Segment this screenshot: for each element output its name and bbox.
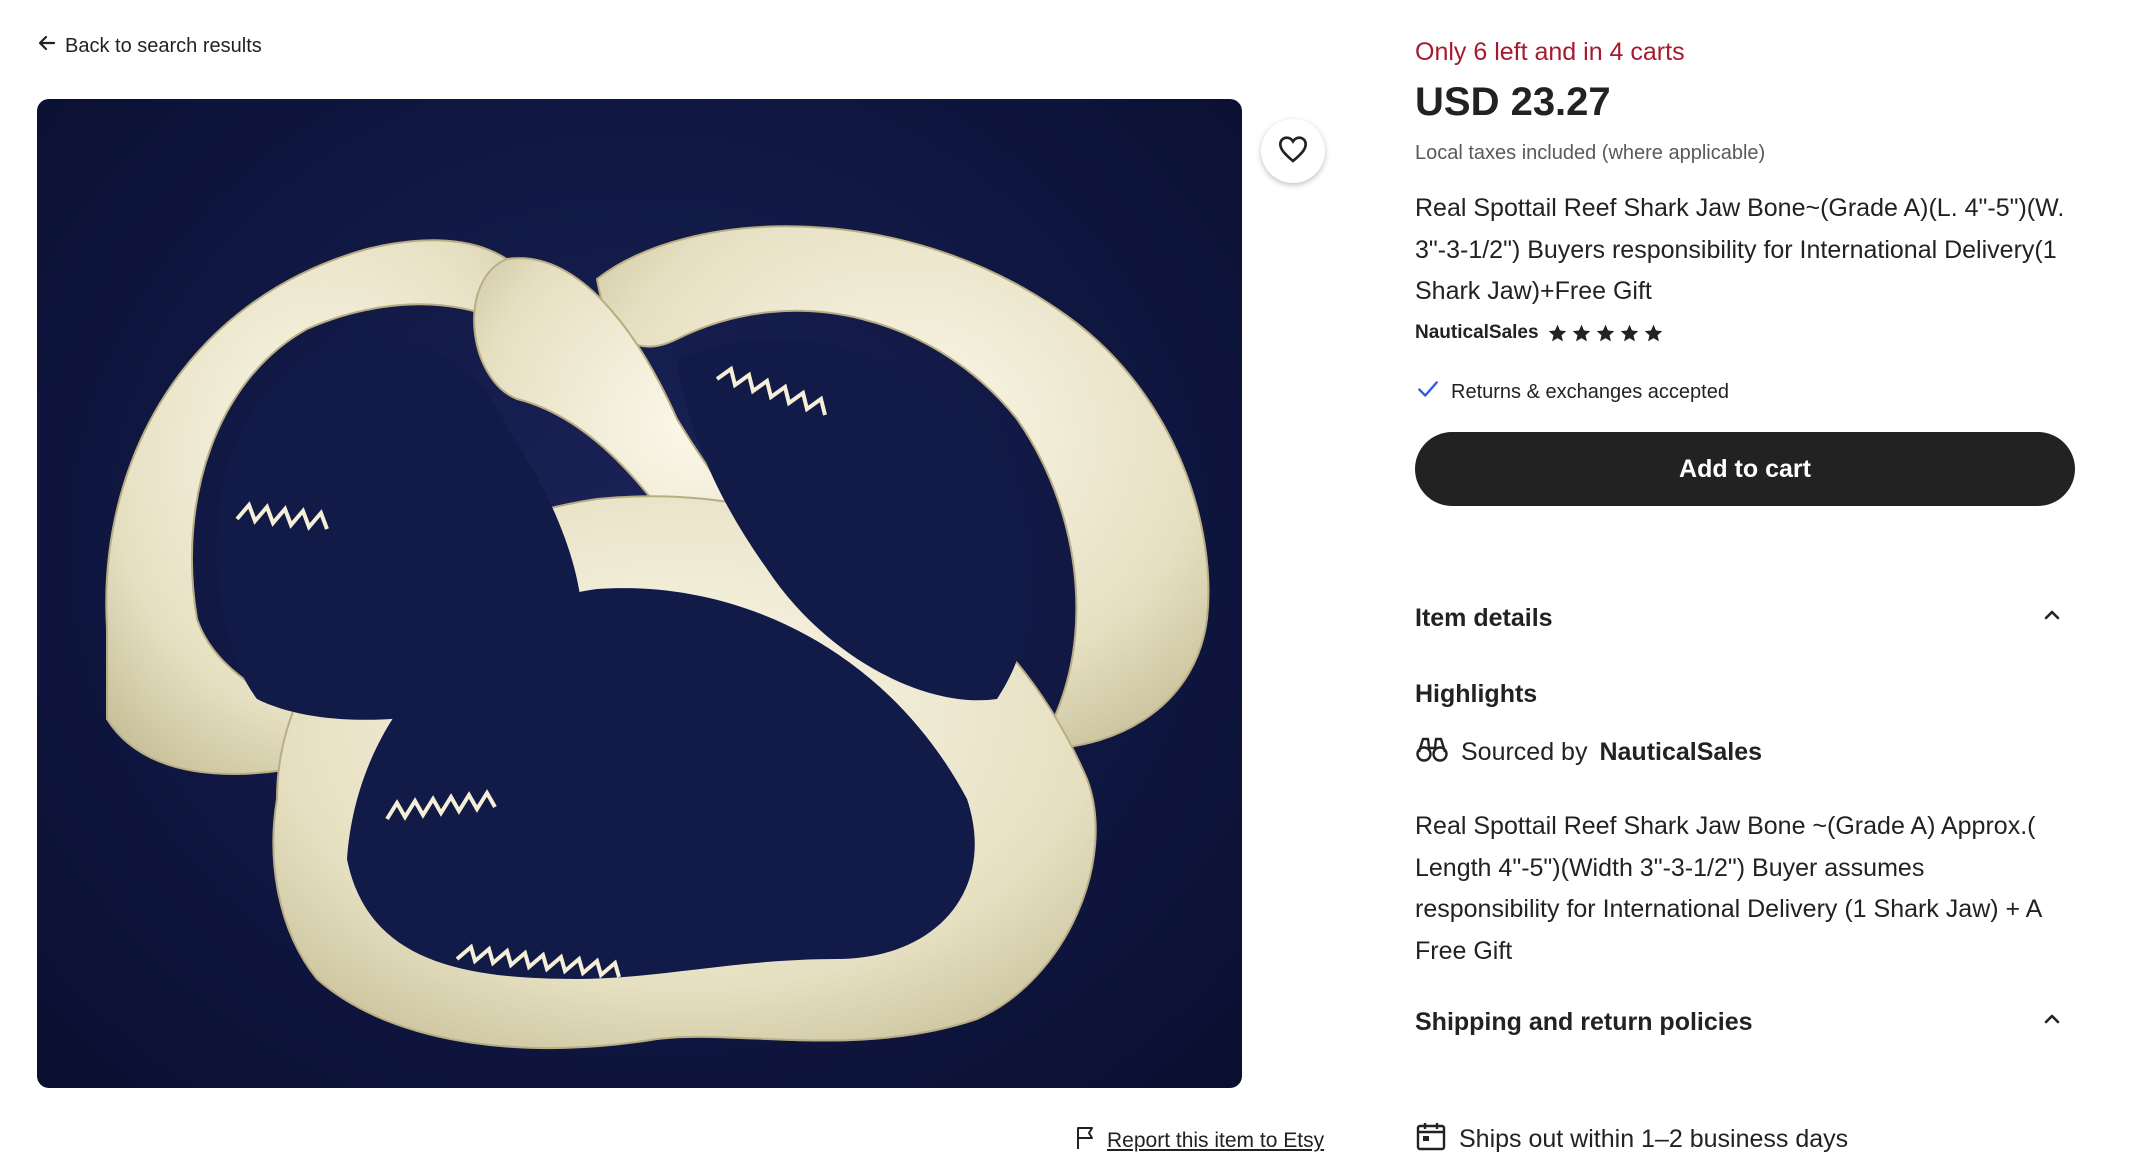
calendar-icon xyxy=(1415,1120,1447,1157)
star-icon xyxy=(1572,324,1590,341)
checkmark-icon xyxy=(1415,376,1441,408)
arrow-left-icon xyxy=(37,33,57,59)
flag-icon xyxy=(1075,1126,1097,1156)
report-item-link[interactable]: Report this item to Etsy xyxy=(1075,1126,1324,1156)
ships-out-row: Ships out within 1–2 business days xyxy=(1415,1120,1848,1157)
product-image[interactable] xyxy=(37,99,1242,1088)
shipping-heading: Shipping and return policies xyxy=(1415,1008,1753,1036)
star-rating xyxy=(1547,323,1664,344)
price: USD 23.27 xyxy=(1415,80,1611,124)
shipping-policies-toggle[interactable]: Shipping and return policies xyxy=(1415,1008,2075,1037)
favorite-button[interactable] xyxy=(1261,119,1325,183)
taxes-note: Local taxes included (where applicable) xyxy=(1415,142,1766,164)
returns-policy-note: Returns & exchanges accepted xyxy=(1415,376,1729,408)
highlights-heading: Highlights xyxy=(1415,680,1538,708)
sourced-by-row: Sourced by NauticalSales xyxy=(1415,732,1762,773)
star-icon xyxy=(1644,324,1662,341)
report-link-label: Report this item to Etsy xyxy=(1107,1129,1325,1152)
star-icon xyxy=(1620,324,1638,341)
heart-icon xyxy=(1277,133,1309,170)
star-icon xyxy=(1596,324,1614,341)
back-link-label: Back to search results xyxy=(65,34,262,57)
star-icon xyxy=(1548,324,1566,341)
sourced-by-shop: NauticalSales xyxy=(1599,738,1763,766)
back-to-search-link[interactable]: Back to search results xyxy=(37,33,262,59)
listing-title: Real Spottail Reef Shark Jaw Bone~(Grade… xyxy=(1415,194,2065,305)
add-to-cart-button[interactable]: Add to cart xyxy=(1415,432,2075,506)
item-details-toggle[interactable]: Item details xyxy=(1415,604,2075,633)
chevron-up-icon xyxy=(2041,604,2075,633)
chevron-up-icon xyxy=(2041,1008,2075,1037)
item-description: Real Spottail Reef Shark Jaw Bone ~(Grad… xyxy=(1415,812,2041,965)
binoculars-icon xyxy=(1415,732,1449,773)
listing-page: Back to search results Report this item … xyxy=(0,0,2141,1157)
stock-status: Only 6 left and in 4 carts xyxy=(1415,38,1685,66)
ships-out-text: Ships out within 1–2 business days xyxy=(1459,1125,1849,1153)
shop-rating-row: NauticalSales xyxy=(1415,322,1664,344)
returns-text: Returns & exchanges accepted xyxy=(1451,380,1729,403)
item-details-heading: Item details xyxy=(1415,604,1553,632)
shop-name-link[interactable]: NauticalSales xyxy=(1415,322,1539,344)
sourced-by-label: Sourced by xyxy=(1461,738,1588,766)
